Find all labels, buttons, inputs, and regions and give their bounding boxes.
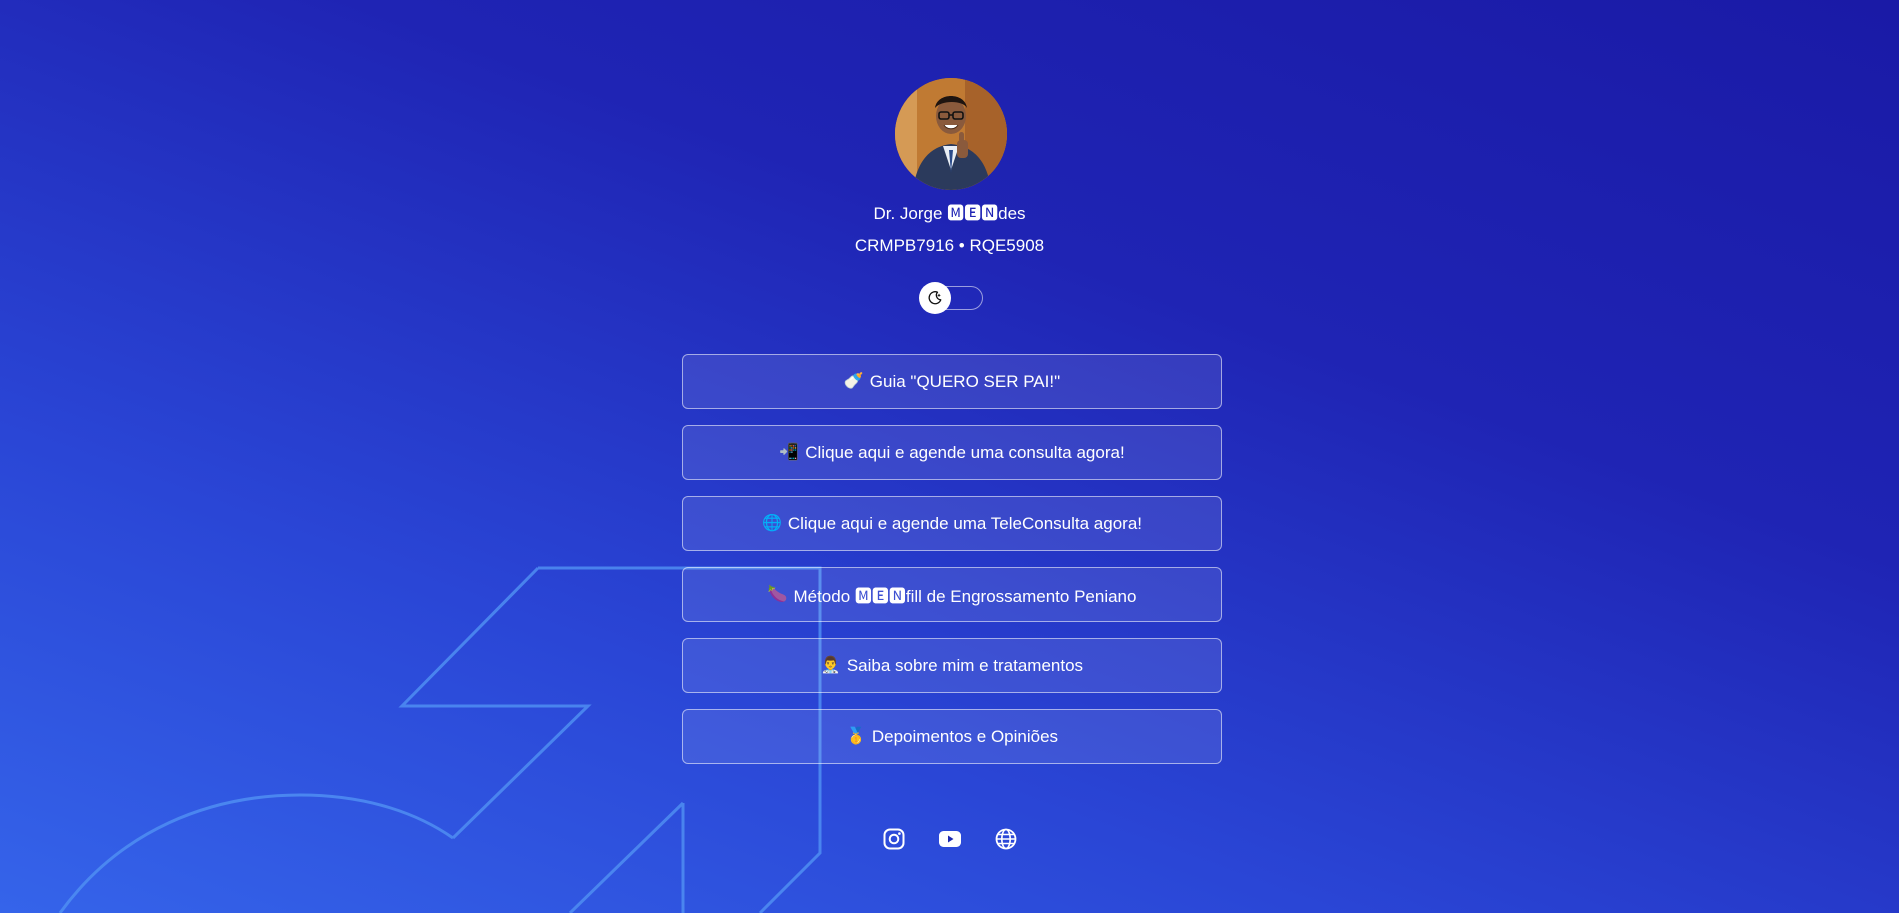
- eggplant-icon: 🍆: [767, 585, 788, 603]
- link-button-saiba-sobre-mim[interactable]: 👨‍⚕️ Saiba sobre mim e tratamentos: [682, 638, 1222, 693]
- link-label: Clique aqui e agende uma TeleConsulta ag…: [787, 513, 1143, 533]
- link-button-metodo-menfill[interactable]: 🍆 Método 🅼🅴🅽fill de Engrossamento Penian…: [682, 567, 1222, 622]
- website-link[interactable]: [994, 827, 1018, 851]
- profile-page: Dr. Jorge 🅼🅴🅽des CRMPB7916 • RQE5908 🍼 G…: [0, 0, 1899, 913]
- profile-name: Dr. Jorge 🅼🅴🅽des: [873, 204, 1026, 223]
- link-button-agende-consulta[interactable]: 📲 Clique aqui e agende uma consulta agor…: [682, 425, 1222, 480]
- moon-icon: [928, 291, 942, 305]
- globe-emoji-icon: 🌐: [761, 514, 782, 532]
- toggle-knob[interactable]: [919, 282, 951, 314]
- link-label: Método 🅼🅴🅽fill de Engrossamento Peniano: [793, 587, 1137, 606]
- theme-toggle[interactable]: [919, 282, 983, 314]
- link-label: Saiba sobre mim e tratamentos: [846, 655, 1084, 675]
- link-button-depoimentos[interactable]: 🥇 Depoimentos e Opiniões: [682, 709, 1222, 764]
- profile-credentials: CRMPB7916 • RQE5908: [854, 236, 1045, 255]
- social-links: [0, 827, 1899, 851]
- link-label: Clique aqui e agende uma consulta agora!: [805, 442, 1125, 462]
- youtube-link[interactable]: [938, 827, 962, 851]
- link-button-agende-teleconsulta[interactable]: 🌐 Clique aqui e agende uma TeleConsulta …: [682, 496, 1222, 551]
- youtube-icon: [938, 831, 961, 847]
- doctor-icon: 👨‍⚕️: [820, 656, 841, 674]
- instagram-icon: [883, 828, 904, 850]
- link-list: 🍼 Guia "QUERO SER PAI!" 📲 Clique aqui e …: [682, 354, 1222, 780]
- globe-icon: [995, 828, 1016, 850]
- baby-bottle-icon: 🍼: [843, 372, 864, 390]
- link-button-guia-quero-ser-pai[interactable]: 🍼 Guia "QUERO SER PAI!": [682, 354, 1222, 409]
- medal-icon: 🥇: [845, 727, 866, 745]
- instagram-link[interactable]: [882, 827, 906, 851]
- phone-icon: 📲: [779, 443, 800, 461]
- avatar: [895, 78, 1007, 190]
- link-label: Depoimentos e Opiniões: [871, 726, 1059, 746]
- link-label: Guia "QUERO SER PAI!": [869, 371, 1061, 391]
